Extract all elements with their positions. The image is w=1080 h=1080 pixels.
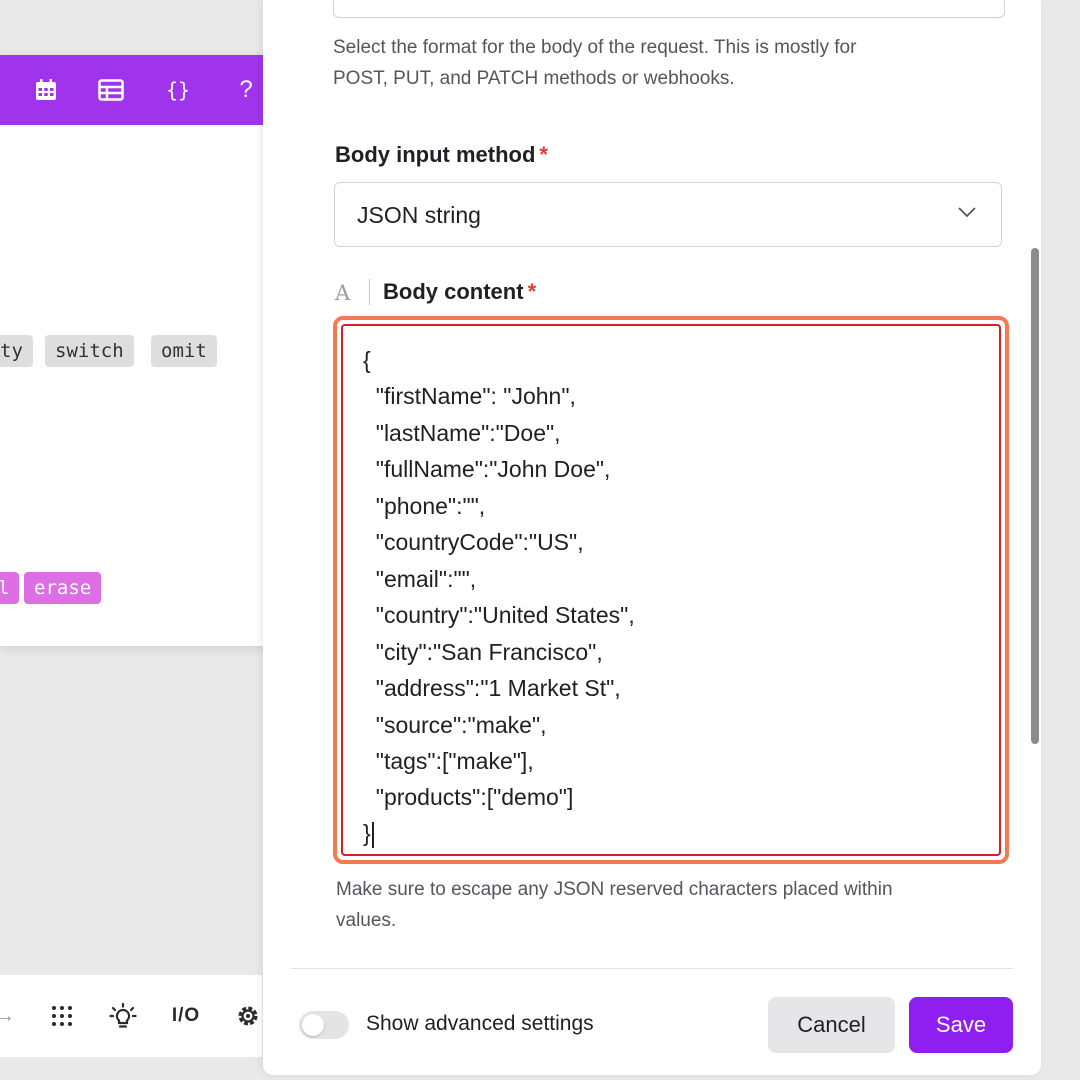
calendar-icon[interactable] bbox=[32, 75, 60, 105]
grid-dots-icon[interactable] bbox=[48, 1001, 76, 1031]
required-mark: * bbox=[527, 279, 537, 304]
function-chip-switch[interactable]: switch bbox=[45, 335, 134, 367]
help-icon[interactable]: ? bbox=[234, 75, 258, 105]
code-line: "city":"San Francisco", bbox=[363, 639, 603, 665]
code-line-last: } bbox=[363, 820, 374, 848]
function-chip-erase[interactable]: erase bbox=[24, 572, 102, 604]
cancel-button[interactable]: Cancel bbox=[768, 997, 895, 1053]
code-line: "countryCode":"US", bbox=[363, 529, 584, 555]
body-input-method-select[interactable]: JSON string bbox=[334, 182, 1002, 247]
function-chip[interactable]: l bbox=[0, 572, 20, 604]
required-mark: * bbox=[539, 142, 548, 167]
body-content-label: Body content * bbox=[383, 279, 536, 305]
body-type-select[interactable] bbox=[333, 0, 1005, 18]
help-line: Select the format for the body of the re… bbox=[333, 37, 857, 58]
code-line: "country":"United States", bbox=[363, 602, 635, 628]
help-line: POST, PUT, and PATCH methods or webhooks… bbox=[333, 68, 735, 89]
table-icon[interactable] bbox=[96, 75, 126, 105]
code-line: "address":"1 Market St", bbox=[363, 675, 621, 701]
code-line: "products":["demo"] bbox=[363, 784, 574, 810]
select-value: JSON string bbox=[357, 202, 481, 228]
code-text: } bbox=[363, 820, 371, 846]
io-icon[interactable]: I/O bbox=[170, 1001, 202, 1031]
text-caret bbox=[371, 821, 374, 848]
advanced-settings-label[interactable]: Show advanced settings bbox=[366, 1012, 594, 1036]
code-line: "phone":"", bbox=[363, 493, 486, 519]
label-text: Body content bbox=[383, 279, 524, 304]
body-type-help-text: Select the format for the body of the re… bbox=[333, 32, 856, 94]
scenario-toolbar: → I/O bbox=[0, 975, 262, 1057]
arrow-icon[interactable]: → bbox=[0, 1001, 15, 1031]
lightbulb-icon[interactable] bbox=[108, 1001, 138, 1031]
text-type-icon: A bbox=[335, 281, 351, 305]
module-settings-panel: Select the format for the body of the re… bbox=[263, 0, 1041, 1075]
advanced-settings-toggle[interactable] bbox=[299, 1011, 349, 1039]
help-line: values. bbox=[336, 910, 397, 931]
help-line: Make sure to escape any JSON reserved ch… bbox=[336, 879, 893, 900]
escape-help-text: Make sure to escape any JSON reserved ch… bbox=[336, 874, 893, 936]
code-line: "email":"", bbox=[363, 566, 477, 592]
braces-icon[interactable]: {} bbox=[160, 75, 196, 105]
panel-scrollbar[interactable] bbox=[1031, 248, 1039, 744]
code-line: "lastName":"Doe", bbox=[363, 420, 561, 446]
toggle-knob bbox=[302, 1014, 324, 1036]
code-line: "tags":["make"], bbox=[363, 748, 534, 774]
body-input-method-label: Body input method * bbox=[335, 142, 548, 168]
save-button[interactable]: Save bbox=[909, 997, 1013, 1053]
code-line: "firstName": "John", bbox=[363, 383, 576, 409]
code-line: "source":"make", bbox=[363, 712, 547, 738]
code-line: { bbox=[363, 347, 371, 373]
code-line: "fullName":"John Doe", bbox=[363, 456, 611, 482]
chevron-down-icon bbox=[957, 205, 977, 224]
body-content-editor[interactable]: { "firstName": "John", "lastName":"Doe",… bbox=[341, 324, 1001, 856]
footer-divider bbox=[291, 968, 1013, 969]
function-chip-omit[interactable]: omit bbox=[151, 335, 217, 367]
body-content-focus-ring: { "firstName": "John", "lastName":"Doe",… bbox=[333, 316, 1009, 864]
gear-icon[interactable] bbox=[234, 1001, 262, 1031]
divider bbox=[369, 279, 370, 305]
label-text: Body input method bbox=[335, 142, 536, 167]
function-chip[interactable]: ty bbox=[0, 335, 33, 367]
